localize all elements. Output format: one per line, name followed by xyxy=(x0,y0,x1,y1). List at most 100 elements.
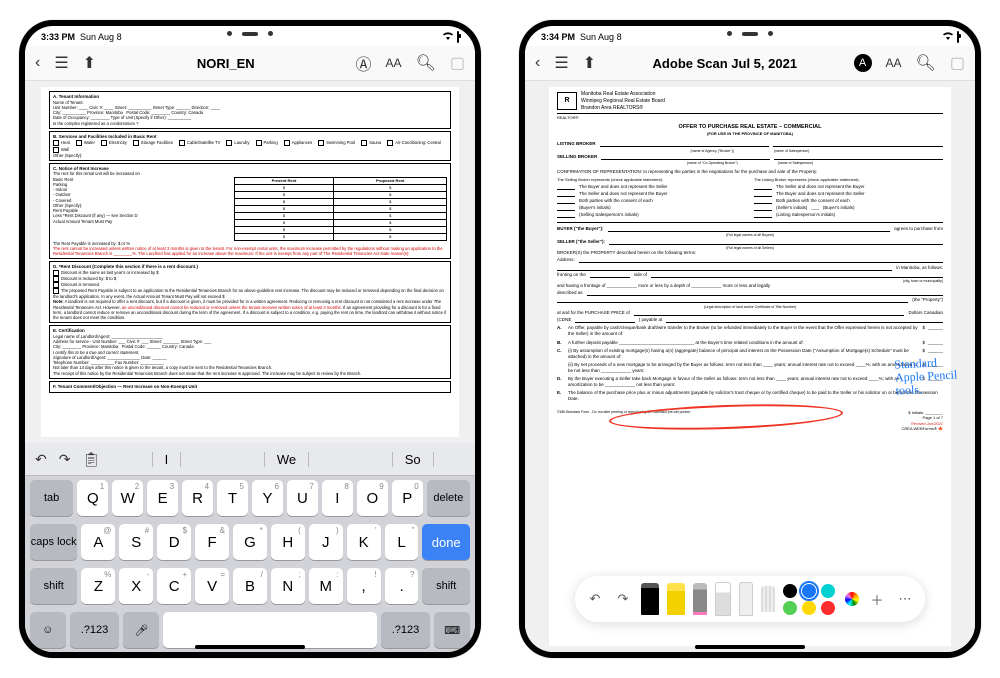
key-K[interactable]: K' xyxy=(347,524,381,560)
swatch-cyan[interactable] xyxy=(821,584,835,598)
lasso-tool[interactable] xyxy=(739,582,753,616)
bookmark-icon[interactable]: ▢ xyxy=(950,53,965,73)
key-R[interactable]: R4 xyxy=(182,480,213,516)
form-page: A. Tenant Information Name of Tenant: Un… xyxy=(41,87,459,437)
undo-icon[interactable]: ↶ xyxy=(585,589,605,609)
search-icon[interactable]: 🔍︎ xyxy=(916,53,936,73)
home-indicator[interactable] xyxy=(195,645,305,649)
eraser-tool[interactable] xyxy=(715,582,731,616)
key-F[interactable]: F& xyxy=(195,524,229,560)
key-M[interactable]: M: xyxy=(309,568,343,604)
key-L[interactable]: L" xyxy=(385,524,419,560)
clipboard-icon[interactable]: 📋︎ xyxy=(82,451,100,468)
wifi-icon xyxy=(942,32,954,42)
add-icon[interactable]: ＋ xyxy=(867,589,887,609)
share-icon[interactable]: ⬆︎ xyxy=(83,53,96,73)
text-size-icon[interactable]: AA xyxy=(886,56,902,70)
back-button[interactable]: ‹ xyxy=(535,54,540,72)
key-space[interactable] xyxy=(163,612,377,648)
key-G[interactable]: G* xyxy=(233,524,267,560)
checkbox-item: Water xyxy=(76,140,95,146)
bookmark-icon[interactable]: ▢ xyxy=(450,53,465,73)
home-indicator[interactable] xyxy=(695,645,805,649)
key-,[interactable]: ,! xyxy=(347,568,381,604)
status-time: 3:33 PM xyxy=(41,32,75,42)
swatch-green[interactable] xyxy=(783,601,797,615)
checkbox-item: Heat xyxy=(53,140,70,146)
undo-icon[interactable]: ↶ xyxy=(35,451,47,468)
pen-tool[interactable] xyxy=(641,583,659,615)
battery-icon xyxy=(957,32,959,42)
key-delete[interactable]: delete xyxy=(427,480,470,516)
more-icon[interactable]: ⋯ xyxy=(895,589,915,609)
checkbox-item: Electricity xyxy=(101,140,127,146)
search-icon[interactable]: 🔍︎ xyxy=(416,53,436,73)
key-A[interactable]: A@ xyxy=(81,524,115,560)
key-shift-right[interactable]: shift xyxy=(422,568,469,604)
ruler-tool[interactable] xyxy=(761,586,775,612)
key-shift-left[interactable]: shift xyxy=(30,568,77,604)
rent-table: Present RentProposed Rent $$$$$$$$$$$$$$… xyxy=(234,177,447,241)
share-icon[interactable]: ⬆︎ xyxy=(583,53,596,73)
key-T[interactable]: T5 xyxy=(217,480,248,516)
highlighter-tool[interactable] xyxy=(667,583,685,615)
redo-icon[interactable]: ↷ xyxy=(59,451,71,468)
key-H[interactable]: H( xyxy=(271,524,305,560)
key-Z[interactable]: Z% xyxy=(81,568,115,604)
key-N[interactable]: N; xyxy=(271,568,305,604)
key-Q[interactable]: Q1 xyxy=(77,480,108,516)
markup-icon[interactable]: A xyxy=(854,54,872,72)
key-tab[interactable]: tab xyxy=(30,480,73,516)
document-viewport[interactable]: R Manitoba Real Estate AssociationWinnip… xyxy=(525,81,975,652)
checkbox-item: Storage Facilities xyxy=(133,140,173,146)
key-done[interactable]: done xyxy=(422,524,469,560)
pencil-tool[interactable] xyxy=(693,583,707,615)
key-I[interactable]: I8 xyxy=(322,480,353,516)
key-X[interactable]: X- xyxy=(119,568,153,604)
key-num-left[interactable]: .?123 xyxy=(70,612,120,648)
app-toolbar: ‹ ☰ ⬆︎ Adobe Scan Jul 5, 2021 A AA 🔍︎ ▢ xyxy=(525,46,975,81)
key-V[interactable]: V= xyxy=(195,568,229,604)
document-viewport[interactable]: 1 of 1 A. Tenant Information Name of Ten… xyxy=(25,81,475,443)
key-P[interactable]: P0 xyxy=(392,480,423,516)
key-D[interactable]: D$ xyxy=(157,524,191,560)
checkbox-item: Sauna xyxy=(361,140,381,146)
key-num-right[interactable]: .?123 xyxy=(381,612,431,648)
suggestion-3[interactable]: So xyxy=(392,452,434,467)
status-time: 3:34 PM xyxy=(541,32,575,42)
key-caps[interactable]: caps lock xyxy=(30,524,77,560)
swatch-yellow[interactable] xyxy=(802,601,816,615)
key-S[interactable]: S# xyxy=(119,524,153,560)
key-.[interactable]: .? xyxy=(385,568,419,604)
swatch-red[interactable] xyxy=(821,601,835,615)
app-toolbar: ‹ ☰ ⬆︎ NORI_EN Ⓐ AA 🔍︎ ▢ xyxy=(25,46,475,81)
text-size-icon[interactable]: AA xyxy=(386,56,402,70)
key-Y[interactable]: Y6 xyxy=(252,480,283,516)
key-mic[interactable]: 🎤︎ xyxy=(123,612,159,648)
markup-icon[interactable]: Ⓐ xyxy=(356,51,372,75)
notch xyxy=(215,30,285,37)
section-c: C. Notice of Rent Increase The rent for … xyxy=(49,163,451,260)
back-button[interactable]: ‹ xyxy=(35,54,40,72)
markup-toolbar: ↶ ↷ ＋ ⋯ xyxy=(575,576,925,622)
swatch-blue[interactable] xyxy=(802,584,816,598)
document-title: Adobe Scan Jul 5, 2021 xyxy=(653,56,798,71)
suggestion-2[interactable]: We xyxy=(264,452,309,467)
key-J[interactable]: J) xyxy=(309,524,343,560)
key-B[interactable]: B/ xyxy=(233,568,267,604)
swatch-black[interactable] xyxy=(783,584,797,598)
key-dismiss[interactable]: ⌨︎ xyxy=(434,612,470,648)
key-E[interactable]: E3 xyxy=(147,480,178,516)
toc-icon[interactable]: ☰ xyxy=(554,53,568,73)
section-a: A. Tenant Information Name of Tenant: Un… xyxy=(49,91,451,129)
key-O[interactable]: O9 xyxy=(357,480,388,516)
redo-icon[interactable]: ↷ xyxy=(613,589,633,609)
ipad-left: 3:33 PM Sun Aug 8 ‹ ☰ ⬆︎ NORI_EN Ⓐ AA 🔍︎… xyxy=(19,20,481,658)
color-picker-icon[interactable] xyxy=(845,592,859,606)
suggestion-1[interactable]: I xyxy=(152,452,182,467)
key-W[interactable]: W2 xyxy=(112,480,143,516)
key-C[interactable]: C+ xyxy=(157,568,191,604)
key-emoji[interactable]: ☺ xyxy=(30,612,66,648)
toc-icon[interactable]: ☰ xyxy=(54,53,68,73)
key-U[interactable]: U7 xyxy=(287,480,318,516)
